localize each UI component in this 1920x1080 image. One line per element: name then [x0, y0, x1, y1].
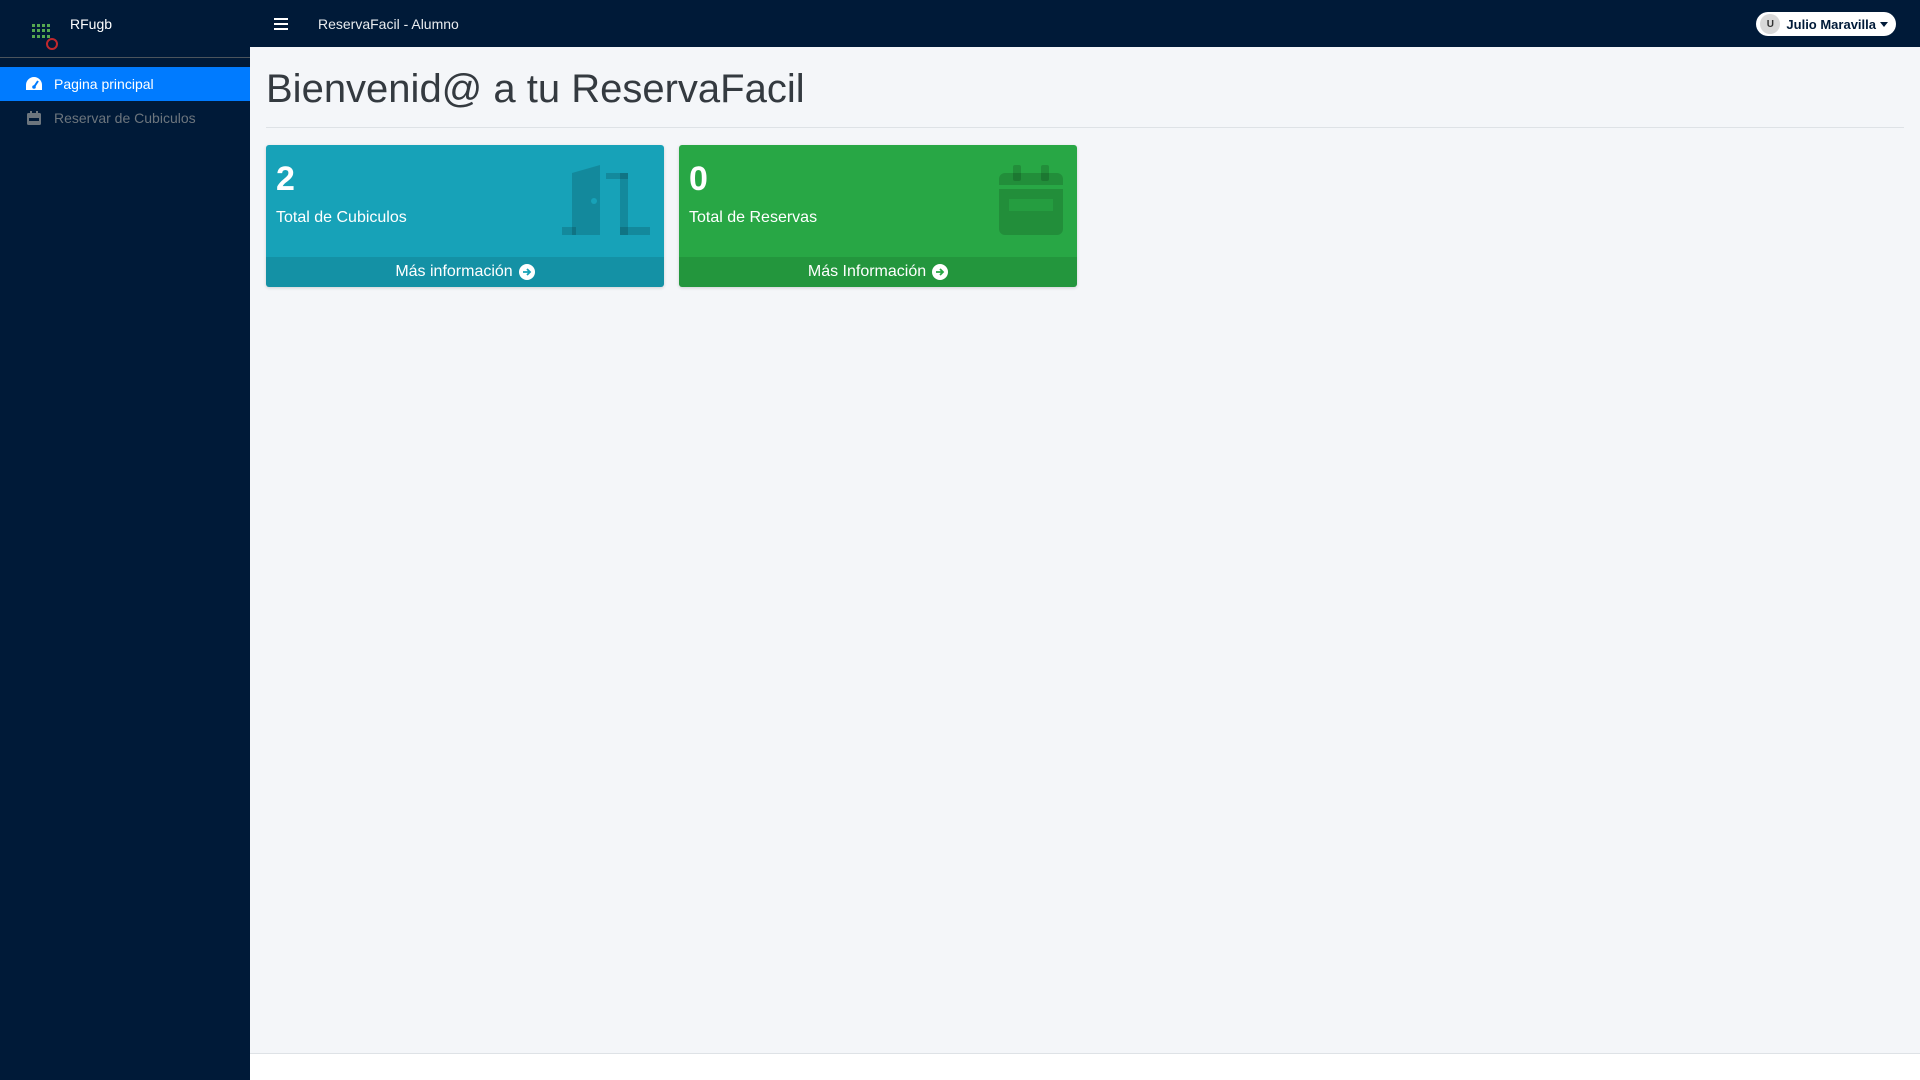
more-info-label: Más Información [807, 263, 927, 280]
arrow-circle-right-icon [518, 264, 535, 280]
card-total-cubiculos: 2 Total de Cubiculos Más información [266, 145, 664, 287]
chevron-down-icon [1880, 21, 1888, 27]
tachometer-icon [24, 74, 44, 94]
arrow-circle-right-icon [932, 264, 949, 280]
topbar: ReservaFacil - Alumno U Julio Maravilla [250, 0, 1920, 47]
topbar-title: ReservaFacil - Alumno [318, 15, 459, 32]
sidebar-item-label: Pagina principal [54, 76, 154, 92]
sidebar-item-pagina-principal[interactable]: Pagina principal [0, 67, 250, 101]
main-content: Bienvenid@ a tu ReservaFacil 2 Total de … [250, 47, 1920, 1052]
sidebar-item-reservar-cubiculos[interactable]: Reservar de Cubiculos [0, 101, 250, 135]
menu-toggle-icon[interactable] [274, 17, 288, 30]
card-total-reservas: 0 Total de Reservas Más Información [679, 145, 1077, 287]
brand-link[interactable]: RFugb [0, 0, 250, 58]
divider [266, 127, 1904, 128]
user-name: Julio Maravilla [1786, 16, 1876, 32]
brand-name: RFugb [70, 16, 113, 32]
more-info-link[interactable]: Más Información [679, 257, 1077, 287]
sidebar: RFugb Pagina principal Reservar de Cubic… [0, 0, 250, 1080]
door-icon [562, 165, 650, 242]
page-title: Bienvenid@ a tu ReservaFacil [266, 67, 805, 111]
brand-logo [24, 16, 58, 50]
page-footer [250, 1053, 1920, 1080]
user-menu-button[interactable]: U Julio Maravilla [1756, 12, 1896, 36]
more-info-link[interactable]: Más información [266, 257, 664, 287]
avatar: U [1760, 14, 1781, 34]
sidebar-nav: Pagina principal Reservar de Cubiculos [0, 58, 250, 135]
more-info-label: Más información [395, 263, 513, 280]
calendar-icon [24, 108, 44, 128]
sidebar-item-label: Reservar de Cubiculos [54, 110, 196, 126]
calendar-icon [999, 165, 1063, 240]
